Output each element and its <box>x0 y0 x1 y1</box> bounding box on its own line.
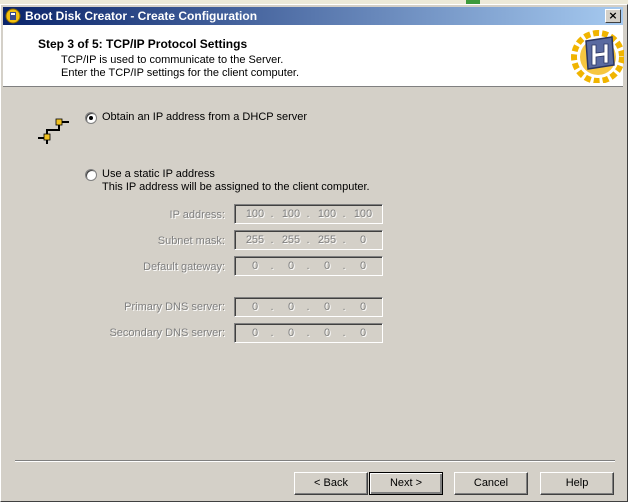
static-ip-label: Use a static IP address <box>102 168 215 180</box>
static-ip-description: This IP address will be assigned to the … <box>102 181 370 193</box>
dns1-octet-3: 0 <box>323 301 331 313</box>
dns1-dot: . <box>270 301 274 313</box>
gateway-octet-4: 0 <box>359 260 367 272</box>
boot-disk-logo-icon <box>571 30 624 83</box>
ip-octet-3: 100 <box>317 208 337 220</box>
ip-dot: . <box>306 208 310 220</box>
dns2-octet-2: 0 <box>287 327 295 339</box>
dns1-octet-4: 0 <box>359 301 367 313</box>
wizard-header: Step 3 of 5: TCP/IP Protocol Settings TC… <box>3 25 624 87</box>
gateway-octet-3: 0 <box>323 260 331 272</box>
gateway-dot: . <box>270 260 274 272</box>
dns2-dot: . <box>342 327 346 339</box>
step-description-line1: TCP/IP is used to communicate to the Ser… <box>61 54 284 66</box>
ip-octet-2: 100 <box>281 208 301 220</box>
dns2-octet-4: 0 <box>359 327 367 339</box>
gateway-dot: . <box>342 260 346 272</box>
subnet-dot: . <box>270 234 274 246</box>
gateway-octet-2: 0 <box>287 260 295 272</box>
subnet-dot: . <box>306 234 310 246</box>
next-button[interactable]: Next > <box>369 472 443 495</box>
dns1-dot: . <box>306 301 310 313</box>
dns2-octet-3: 0 <box>323 327 331 339</box>
dns2-octet-1: 0 <box>251 327 259 339</box>
dialog-window: Boot Disk Creator - Create Configuration… <box>0 4 628 502</box>
close-button[interactable]: × <box>605 9 621 23</box>
ip-dot: . <box>270 208 274 220</box>
network-connection-icon <box>38 118 69 144</box>
ip-octet-1: 100 <box>245 208 265 220</box>
default-gateway-label: Default gateway: <box>143 261 225 273</box>
ip-address-label: IP address: <box>169 209 225 221</box>
gateway-octet-1: 0 <box>251 260 259 272</box>
dns2-dot: . <box>306 327 310 339</box>
primary-dns-label: Primary DNS server: <box>124 301 225 313</box>
dns2-dot: . <box>270 327 274 339</box>
dns1-dot: . <box>342 301 346 313</box>
back-button[interactable]: < Back <box>294 472 368 495</box>
subnet-octet-4: 0 <box>359 234 367 246</box>
dhcp-label: Obtain an IP address from a DHCP server <box>102 111 308 123</box>
static-ip-radio[interactable] <box>85 169 97 181</box>
step-title: Step 3 of 5: TCP/IP Protocol Settings <box>38 37 248 51</box>
dns1-octet-2: 0 <box>287 301 295 313</box>
subnet-mask-label: Subnet mask: <box>157 235 225 247</box>
cancel-button[interactable]: Cancel <box>454 472 528 495</box>
subnet-mask-field[interactable]: 255 . 255 . 255 . 0 <box>234 230 383 250</box>
button-separator <box>15 460 615 462</box>
dns1-octet-1: 0 <box>251 301 259 313</box>
default-gateway-field[interactable]: 0 . 0 . 0 . 0 <box>234 256 383 276</box>
help-button[interactable]: Help <box>540 472 614 495</box>
dhcp-radio[interactable] <box>85 112 97 124</box>
subnet-octet-2: 255 <box>281 234 301 246</box>
app-icon <box>5 8 21 24</box>
secondary-dns-field[interactable]: 0 . 0 . 0 . 0 <box>234 323 383 343</box>
gateway-dot: . <box>306 260 310 272</box>
ip-octet-4: 100 <box>353 208 373 220</box>
ip-address-field[interactable]: 100 . 100 . 100 . 100 <box>234 204 383 224</box>
window-title: Boot Disk Creator - Create Configuration <box>25 9 258 23</box>
title-bar[interactable]: Boot Disk Creator - Create Configuration… <box>3 7 623 25</box>
subnet-octet-3: 255 <box>317 234 337 246</box>
subnet-octet-1: 255 <box>245 234 265 246</box>
step-description: TCP/IP is used to communicate to the Ser… <box>61 54 299 80</box>
ip-dot: . <box>342 208 346 220</box>
primary-dns-field[interactable]: 0 . 0 . 0 . 0 <box>234 297 383 317</box>
subnet-dot: . <box>342 234 346 246</box>
step-description-line2: Enter the TCP/IP settings for the client… <box>61 67 300 79</box>
secondary-dns-label: Secondary DNS server: <box>109 327 225 339</box>
